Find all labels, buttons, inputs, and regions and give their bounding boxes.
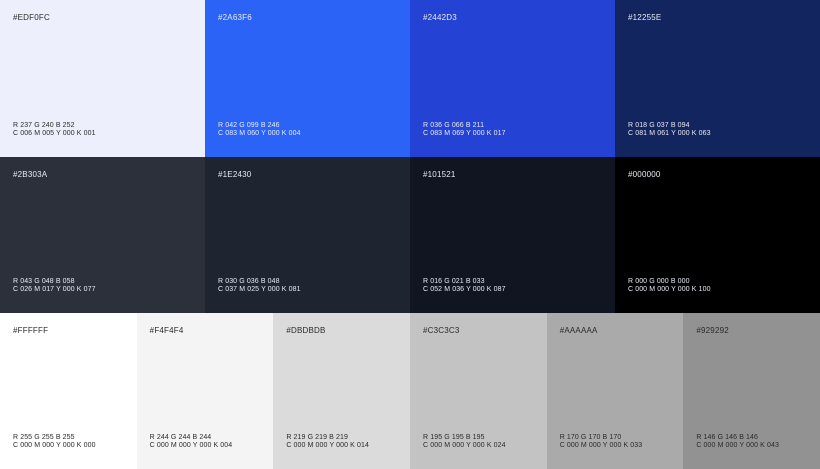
swatch-cmyk-values: C 000 M 000 Y 000 K 033 bbox=[559, 442, 643, 449]
swatch-color-values: R 030 G 036 B 048 C 037 M 025 Y 000 K 081 bbox=[218, 278, 301, 294]
swatch-color-values: R 043 G 048 B 058 C 026 M 017 Y 000 K 077 bbox=[13, 278, 96, 294]
color-swatch: #F4F4F4 R 244 G 244 B 244 C 000 M 000 Y 00… bbox=[136, 313, 274, 469]
swatch-hex-code: #C3C3C3 bbox=[423, 326, 460, 335]
palette-row-darks: #2B303A R 043 G 048 B 058 C 026 M 017 Y 00… bbox=[0, 157, 820, 313]
swatch-rgb-values: R 000 G 000 B 000 bbox=[628, 278, 690, 285]
swatch-color-values: R 219 G 219 B 219 C 000 M 000 Y 000 K 014 bbox=[286, 434, 369, 450]
swatch-cmyk-values: C 000 M 000 Y 000 K 014 bbox=[286, 442, 369, 449]
color-palette: #EDF0FC R 237 G 240 B 252 C 006 M 005 Y 00… bbox=[0, 0, 820, 469]
swatch-hex-code: #12255E bbox=[628, 13, 662, 22]
swatch-hex-code: #101521 bbox=[423, 170, 456, 179]
swatch-hex-code: #1E2430 bbox=[218, 170, 252, 179]
swatch-cmyk-values: C 000 M 000 Y 000 K 043 bbox=[696, 442, 779, 449]
swatch-rgb-values: R 036 G 066 B 211 bbox=[423, 122, 485, 129]
color-swatch: #2A63F6 R 042 G 099 B 246 C 083 M 060 Y 00… bbox=[205, 0, 410, 157]
swatch-hex-code: #2B303A bbox=[13, 170, 48, 179]
color-swatch: #2442D3 R 036 G 066 B 211 C 083 M 069 Y 00… bbox=[410, 0, 615, 157]
swatch-color-values: R 237 G 240 B 252 C 006 M 005 Y 000 K 001 bbox=[13, 122, 96, 138]
swatch-color-values: R 255 G 255 B 255 C 000 M 000 Y 000 K 000 bbox=[13, 434, 96, 450]
swatch-color-values: R 146 G 146 B 146 C 000 M 000 Y 000 K 043 bbox=[696, 434, 779, 450]
swatch-cmyk-values: C 026 M 017 Y 000 K 077 bbox=[13, 286, 96, 293]
swatch-rgb-values: R 244 G 244 B 244 bbox=[149, 434, 212, 441]
swatch-color-values: R 244 G 244 B 244 C 000 M 000 Y 000 K 004 bbox=[150, 434, 233, 450]
swatch-hex-code: #F4F4F4 bbox=[149, 326, 184, 335]
swatch-color-values: R 018 G 037 B 094 C 081 M 061 Y 000 K 063 bbox=[628, 122, 711, 138]
palette-row-blues: #EDF0FC R 237 G 240 B 252 C 006 M 005 Y 00… bbox=[0, 0, 820, 157]
swatch-color-values: R 000 G 000 B 000 C 000 M 000 Y 000 K 100 bbox=[628, 278, 711, 294]
color-swatch: #AAAAAA R 170 G 170 B 170 C 000 M 000 Y 00… bbox=[546, 313, 684, 469]
swatch-color-values: R 195 G 195 B 195 C 000 M 000 Y 000 K 024 bbox=[423, 434, 506, 450]
color-swatch: #101521 R 016 G 021 B 033 C 052 M 036 Y 00… bbox=[410, 157, 615, 313]
swatch-rgb-values: R 016 G 021 B 033 bbox=[423, 278, 485, 285]
swatch-rgb-values: R 018 G 037 B 094 bbox=[628, 122, 690, 129]
color-swatch: #FFFFFF R 255 G 255 B 255 C 000 M 000 Y 00… bbox=[0, 313, 137, 469]
swatch-cmyk-values: C 000 M 000 Y 000 K 100 bbox=[628, 286, 711, 293]
swatch-cmyk-values: C 037 M 025 Y 000 K 081 bbox=[218, 286, 301, 293]
color-swatch: #EDF0FC R 237 G 240 B 252 C 006 M 005 Y 00… bbox=[0, 0, 205, 157]
swatch-hex-code: #2A63F6 bbox=[218, 13, 252, 22]
swatch-color-values: R 016 G 021 B 033 C 052 M 036 Y 000 K 087 bbox=[423, 278, 506, 294]
color-swatch: #2B303A R 043 G 048 B 058 C 026 M 017 Y 00… bbox=[0, 157, 205, 313]
color-swatch: #C3C3C3 R 195 G 195 B 195 C 000 M 000 Y 00… bbox=[410, 313, 547, 469]
swatch-rgb-values: R 219 G 219 B 219 bbox=[286, 434, 348, 441]
swatch-cmyk-values: C 081 M 061 Y 000 K 063 bbox=[628, 130, 711, 137]
swatch-rgb-values: R 237 G 240 B 252 bbox=[13, 122, 75, 129]
swatch-hex-code: #929292 bbox=[696, 326, 729, 335]
swatch-rgb-values: R 043 G 048 B 058 bbox=[13, 278, 75, 285]
swatch-rgb-values: R 170 G 170 B 170 bbox=[559, 434, 622, 441]
swatch-hex-code: #2442D3 bbox=[423, 13, 457, 22]
swatch-cmyk-values: C 083 M 060 Y 000 K 004 bbox=[218, 130, 301, 137]
swatch-rgb-values: R 255 G 255 B 255 bbox=[13, 434, 75, 441]
swatch-cmyk-values: C 052 M 036 Y 000 K 087 bbox=[423, 286, 506, 293]
swatch-cmyk-values: C 000 M 000 Y 000 K 000 bbox=[13, 442, 96, 449]
color-swatch: #929292 R 146 G 146 B 146 C 000 M 000 Y 00… bbox=[683, 313, 820, 469]
swatch-hex-code: #000000 bbox=[628, 170, 661, 179]
swatch-cmyk-values: C 006 M 005 Y 000 K 001 bbox=[13, 130, 96, 137]
swatch-color-values: R 042 G 099 B 246 C 083 M 060 Y 000 K 004 bbox=[218, 122, 301, 138]
color-swatch: #12255E R 018 G 037 B 094 C 081 M 061 Y 00… bbox=[615, 0, 820, 157]
swatch-color-values: R 036 G 066 B 211 C 083 M 069 Y 000 K 017 bbox=[423, 122, 506, 138]
swatch-cmyk-values: C 000 M 000 Y 000 K 024 bbox=[423, 442, 506, 449]
swatch-cmyk-values: C 083 M 069 Y 000 K 017 bbox=[423, 130, 506, 137]
color-swatch: #000000 R 000 G 000 B 000 C 000 M 000 Y 00… bbox=[615, 157, 820, 313]
palette-row-grays: #FFFFFF R 255 G 255 B 255 C 000 M 000 Y 00… bbox=[0, 313, 820, 469]
swatch-rgb-values: R 146 G 146 B 146 bbox=[696, 434, 758, 441]
swatch-rgb-values: R 195 G 195 B 195 bbox=[423, 434, 485, 441]
swatch-hex-code: #DBDBDB bbox=[286, 326, 326, 335]
color-swatch: #1E2430 R 030 G 036 B 048 C 037 M 025 Y 00… bbox=[205, 157, 410, 313]
swatch-cmyk-values: C 000 M 000 Y 000 K 004 bbox=[149, 442, 233, 449]
swatch-rgb-values: R 030 G 036 B 048 bbox=[218, 278, 280, 285]
swatch-hex-code: #AAAAAA bbox=[559, 326, 598, 335]
swatch-color-values: R 170 G 170 B 170 C 000 M 000 Y 000 K 033 bbox=[560, 434, 643, 450]
color-swatch: #DBDBDB R 219 G 219 B 219 C 000 M 000 Y 00… bbox=[273, 313, 411, 469]
swatch-hex-code: #FFFFFF bbox=[13, 326, 49, 335]
swatch-rgb-values: R 042 G 099 B 246 bbox=[218, 122, 280, 129]
swatch-hex-code: #EDF0FC bbox=[13, 13, 50, 22]
